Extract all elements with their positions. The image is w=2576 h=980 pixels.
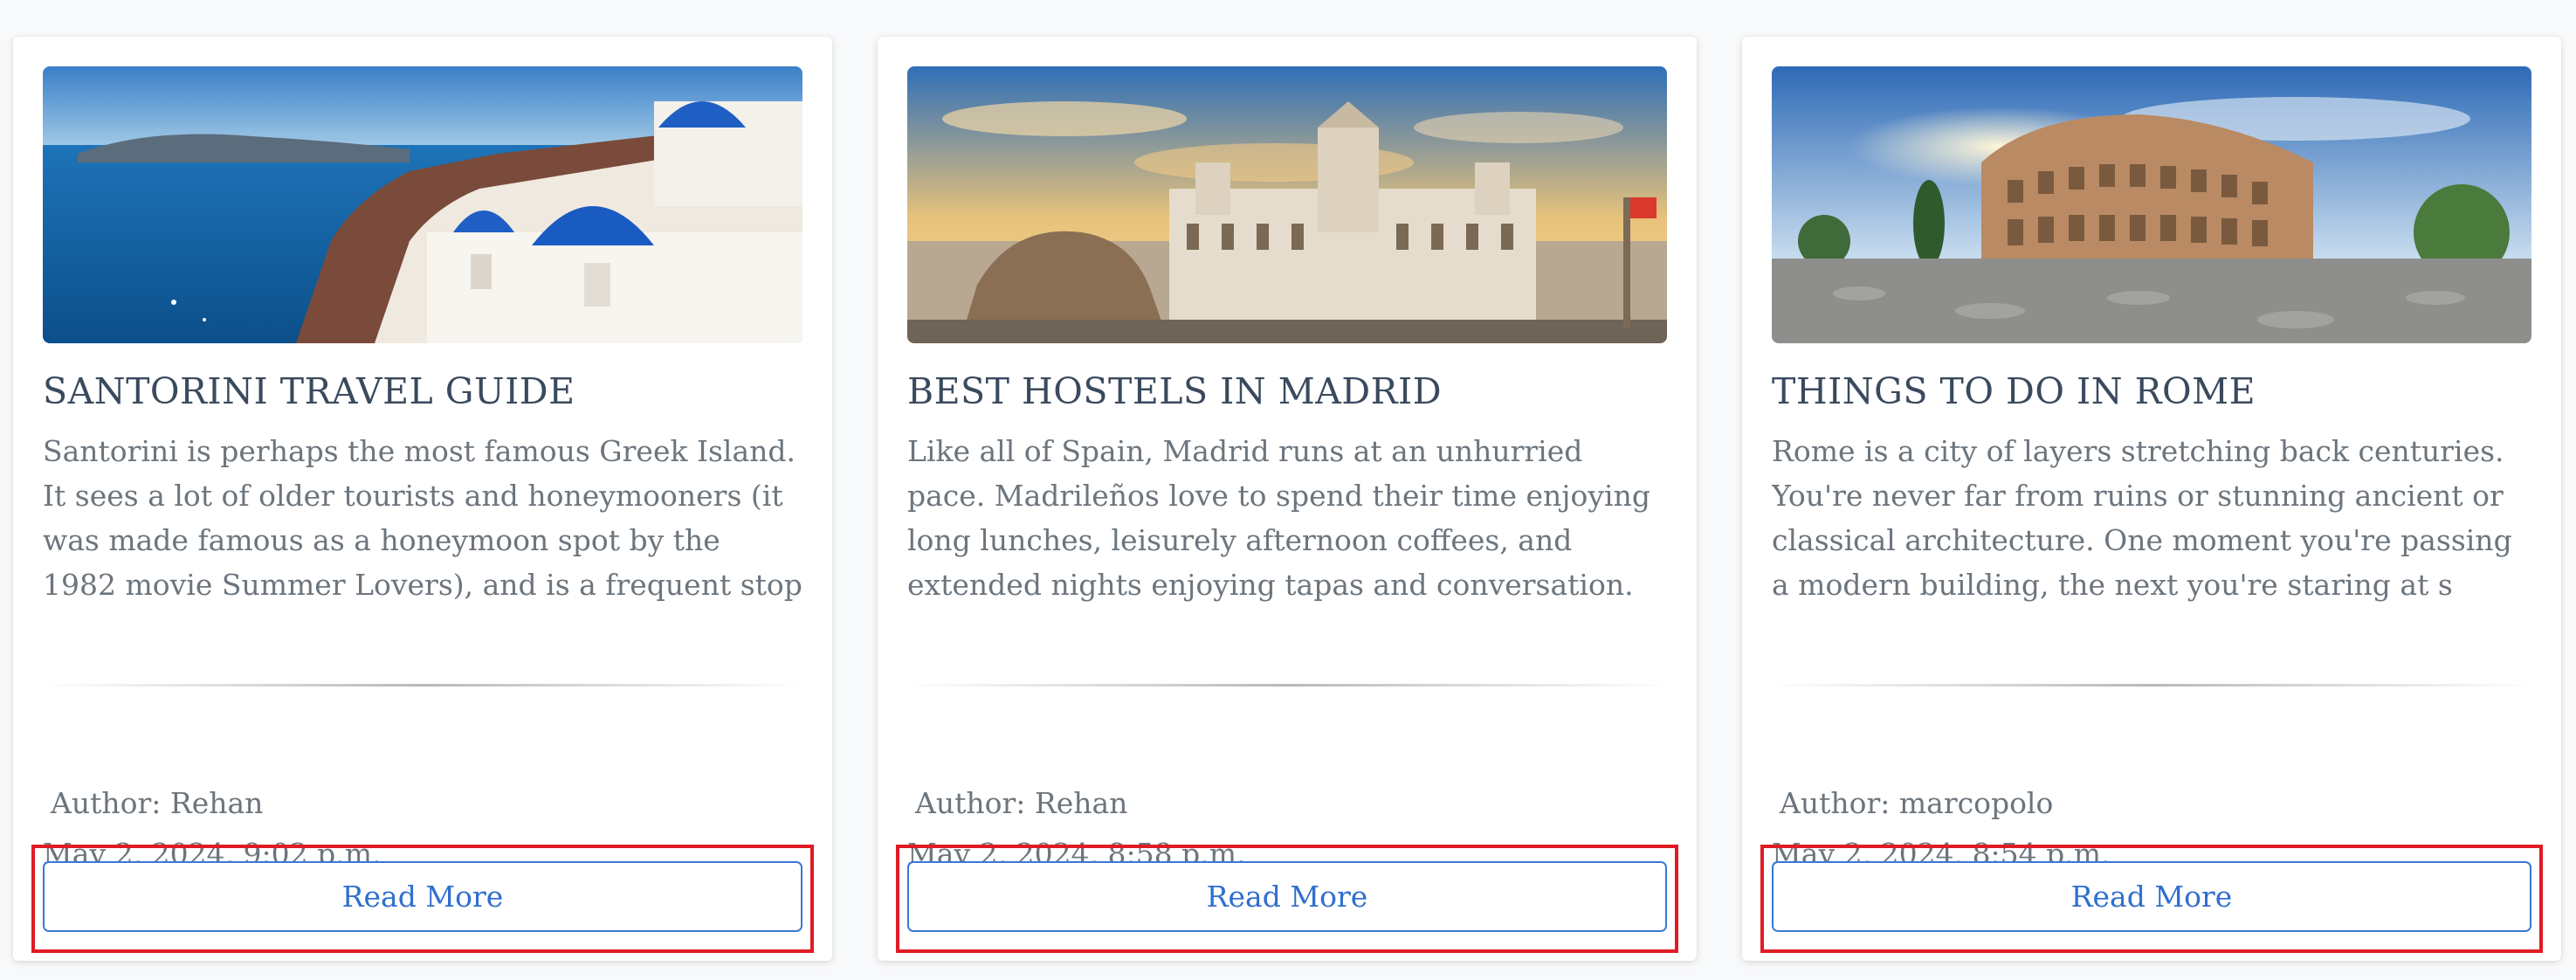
blog-card: THINGS TO DO IN ROME Rome is a city of l…	[1742, 37, 2561, 961]
card-author: Author: marcopolo	[1780, 786, 2054, 820]
card-author: Author: Rehan	[915, 786, 1128, 820]
read-more-button[interactable]: Read More	[43, 861, 802, 932]
card-divider	[43, 684, 802, 687]
card-image-madrid	[907, 66, 1667, 343]
card-image-rome	[1772, 66, 2531, 343]
card-excerpt: Like all of Spain, Madrid runs at an unh…	[907, 434, 1650, 602]
card-divider	[907, 684, 1667, 687]
blog-card-grid: SANTORINI TRAVEL GUIDE Santorini is perh…	[13, 37, 2561, 961]
read-more-button[interactable]: Read More	[907, 861, 1667, 932]
read-more-button[interactable]: Read More	[1772, 861, 2531, 932]
blog-card: BEST HOSTELS IN MADRID Like all of Spain…	[878, 37, 1697, 961]
card-divider	[1772, 684, 2531, 687]
card-excerpt: Rome is a city of layers stretching back…	[1772, 434, 2512, 602]
card-excerpt: Santorini is perhaps the most famous Gre…	[43, 434, 802, 602]
blog-card: SANTORINI TRAVEL GUIDE Santorini is perh…	[13, 37, 832, 961]
card-title: BEST HOSTELS IN MADRID	[907, 370, 1443, 412]
card-title: SANTORINI TRAVEL GUIDE	[43, 370, 575, 412]
card-image-santorini	[43, 66, 802, 343]
card-author: Author: Rehan	[51, 786, 264, 820]
card-title: THINGS TO DO IN ROME	[1772, 370, 2256, 412]
